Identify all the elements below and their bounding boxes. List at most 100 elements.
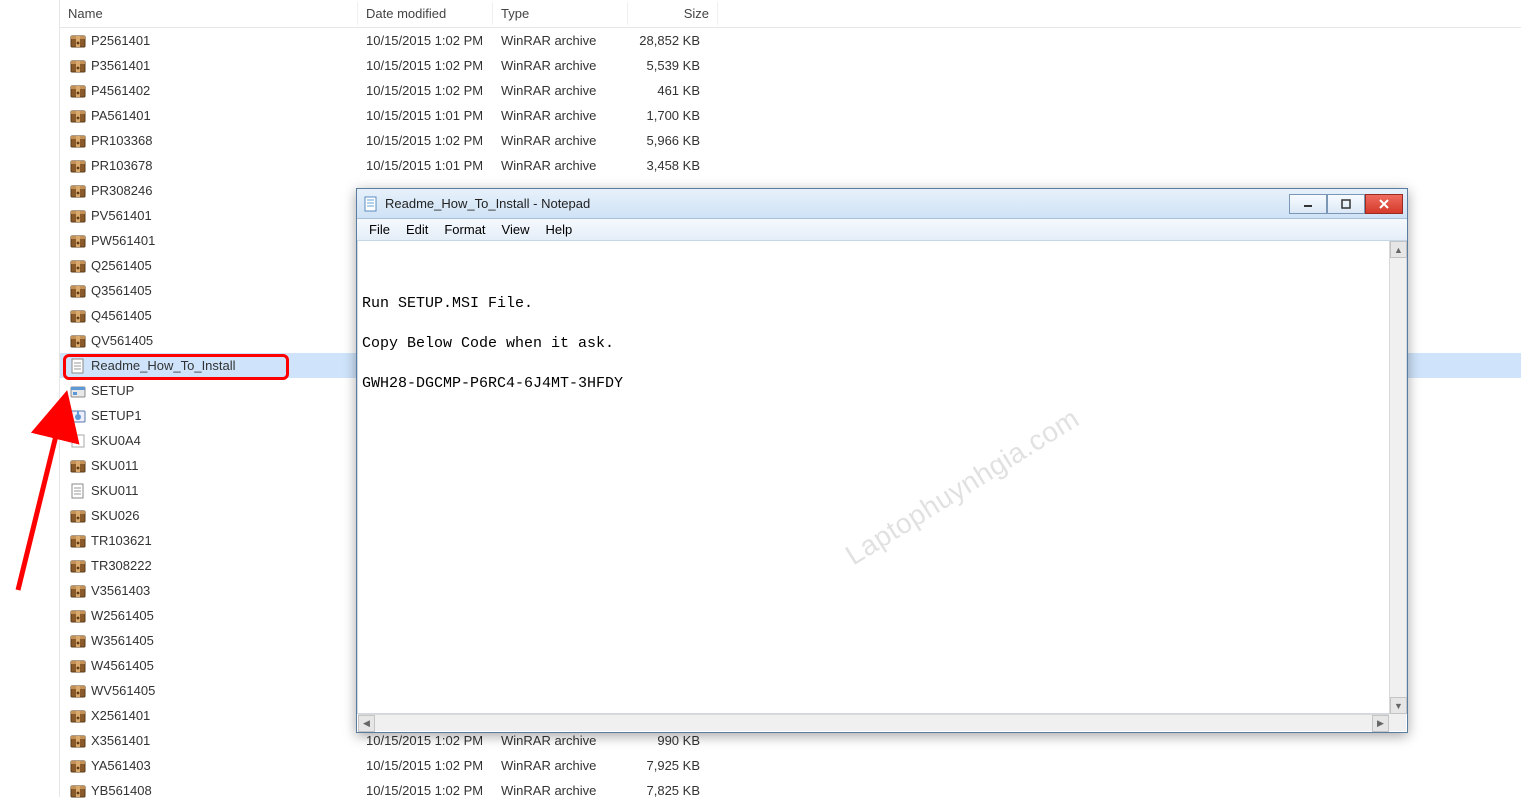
file-row[interactable]: P456140210/15/2015 1:02 PMWinRAR archive… [60, 78, 1521, 103]
file-type: WinRAR archive [493, 733, 628, 748]
archive-icon [70, 758, 86, 774]
archive-icon [70, 708, 86, 724]
file-name: Q2561405 [91, 258, 152, 273]
file-name: SETUP1 [91, 408, 142, 423]
file-size: 1,700 KB [628, 108, 718, 123]
file-name: PV561401 [91, 208, 152, 223]
file-name: W4561405 [91, 658, 154, 673]
file-type: WinRAR archive [493, 158, 628, 173]
file-name: SKU011 [91, 458, 138, 473]
file-name: W2561405 [91, 608, 154, 623]
menu-view[interactable]: View [494, 220, 538, 239]
file-size: 5,539 KB [628, 58, 718, 73]
text-line: GWH28-DGCMP-P6RC4-6J4MT-3HFDY [362, 374, 1402, 394]
archive-icon [70, 333, 86, 349]
file-name: W3561405 [91, 633, 154, 648]
archive-icon [70, 208, 86, 224]
archive-icon [70, 83, 86, 99]
file-row[interactable]: P356140110/15/2015 1:02 PMWinRAR archive… [60, 53, 1521, 78]
file-name: PW561401 [91, 233, 155, 248]
archive-icon [70, 458, 86, 474]
file-name: P4561402 [91, 83, 150, 98]
column-headers: Name Date modified Type Size [60, 0, 1521, 28]
archive-icon [70, 283, 86, 299]
notepad-text-area[interactable]: Laptophuynhgia.com Run SETUP.MSI File. C… [357, 241, 1407, 714]
scroll-down-button[interactable]: ▼ [1390, 697, 1407, 714]
file-row[interactable]: PR103368 10/15/2015 1:02 PMWinRAR archive… [60, 128, 1521, 153]
notepad-titlebar[interactable]: Readme_How_To_Install - Notepad [357, 189, 1407, 219]
file-size: 3,458 KB [628, 158, 718, 173]
file-date: 10/15/2015 1:02 PM [358, 33, 493, 48]
archive-icon [70, 308, 86, 324]
file-row[interactable]: YA56140310/15/2015 1:02 PMWinRAR archive… [60, 753, 1521, 778]
column-date[interactable]: Date modified [358, 2, 493, 25]
file-name: PR103678 [91, 158, 152, 173]
notepad-icon [363, 196, 379, 212]
file-name: P2561401 [91, 33, 150, 48]
menu-help[interactable]: Help [537, 220, 580, 239]
column-size[interactable]: Size [628, 2, 718, 25]
file-row[interactable]: YB56140810/15/2015 1:02 PMWinRAR archive… [60, 778, 1521, 803]
file-type: WinRAR archive [493, 783, 628, 798]
dat-icon [70, 433, 86, 449]
scroll-left-button[interactable]: ◀ [358, 715, 375, 732]
archive-icon [70, 183, 86, 199]
notepad-menubar: File Edit Format View Help [357, 219, 1407, 241]
folder-tree-pane [0, 0, 60, 797]
archive-icon [70, 108, 86, 124]
horizontal-scrollbar[interactable]: ◀ ▶ [358, 714, 1389, 731]
close-button[interactable] [1365, 194, 1403, 214]
text-line [362, 354, 1402, 374]
file-type: WinRAR archive [493, 133, 628, 148]
file-name: PR103368 [91, 133, 152, 148]
file-date: 10/15/2015 1:02 PM [358, 758, 493, 773]
scroll-up-button[interactable]: ▲ [1390, 241, 1407, 258]
file-name: Q3561405 [91, 283, 152, 298]
file-type: WinRAR archive [493, 33, 628, 48]
archive-icon [70, 233, 86, 249]
archive-icon [70, 633, 86, 649]
setup-icon [70, 408, 86, 424]
text-line: Run SETUP.MSI File. [362, 294, 1402, 314]
file-type: WinRAR archive [493, 58, 628, 73]
msi-icon [70, 383, 86, 399]
menu-edit[interactable]: Edit [398, 220, 436, 239]
watermark-text: Laptophuynhgia.com [840, 402, 1085, 572]
file-type: WinRAR archive [493, 83, 628, 98]
vertical-scrollbar[interactable]: ▲ ▼ [1389, 241, 1406, 714]
archive-icon [70, 658, 86, 674]
archive-icon [70, 133, 86, 149]
file-date: 10/15/2015 1:01 PM [358, 108, 493, 123]
file-name: V3561403 [91, 583, 150, 598]
file-name: Readme_How_To_Install [91, 358, 236, 373]
file-date: 10/15/2015 1:02 PM [358, 58, 493, 73]
file-name: Q4561405 [91, 308, 152, 323]
archive-icon [70, 533, 86, 549]
menu-file[interactable]: File [361, 220, 398, 239]
file-name: YA561403 [91, 758, 151, 773]
file-row[interactable]: PA56140110/15/2015 1:01 PMWinRAR archive… [60, 103, 1521, 128]
file-date: 10/15/2015 1:02 PM [358, 733, 493, 748]
archive-icon [70, 783, 86, 799]
file-date: 10/15/2015 1:02 PM [358, 133, 493, 148]
scroll-right-button[interactable]: ▶ [1372, 715, 1389, 732]
maximize-button[interactable] [1327, 194, 1365, 214]
notepad-title: Readme_How_To_Install - Notepad [385, 196, 1289, 211]
file-row[interactable]: PR103678 10/15/2015 1:01 PMWinRAR archive… [60, 153, 1521, 178]
text-line: Copy Below Code when it ask. [362, 334, 1402, 354]
minimize-button[interactable] [1289, 194, 1327, 214]
archive-icon [70, 733, 86, 749]
archive-icon [70, 508, 86, 524]
file-name: X3561401 [91, 733, 150, 748]
file-name: SKU011 [91, 483, 138, 498]
resize-grip[interactable] [1389, 714, 1406, 731]
file-name: QV561405 [91, 333, 153, 348]
file-row[interactable]: P2561401 10/15/2015 1:02 PMWinRAR archive… [60, 28, 1521, 53]
file-size: 7,825 KB [628, 783, 718, 798]
column-type[interactable]: Type [493, 2, 628, 25]
file-name: PA561401 [91, 108, 151, 123]
column-name[interactable]: Name [60, 2, 358, 25]
menu-format[interactable]: Format [436, 220, 493, 239]
file-name: WV561405 [91, 683, 155, 698]
file-date: 10/15/2015 1:01 PM [358, 158, 493, 173]
